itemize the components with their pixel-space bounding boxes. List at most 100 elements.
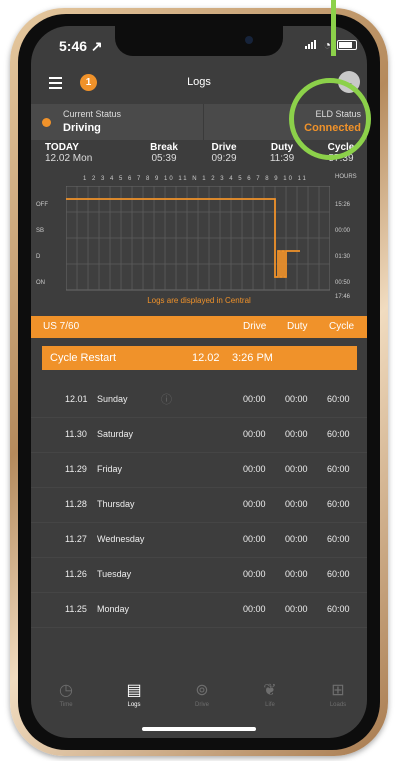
- tab-time[interactable]: ◷ Time: [46, 680, 86, 708]
- tab-logs[interactable]: ▤ Logs: [114, 680, 154, 708]
- today-block: TODAY 12.02 Mon: [45, 142, 92, 164]
- day-duty: 00:00: [285, 604, 308, 614]
- day-duty: 00:00: [285, 569, 308, 579]
- row-label-off: OFF: [36, 202, 48, 208]
- row-label-on: ON: [36, 280, 45, 286]
- duty-block: Duty 11:39: [263, 142, 301, 164]
- tab-loads[interactable]: ⊞ Loads: [318, 680, 358, 708]
- clock-icon: ◷: [59, 682, 73, 699]
- signal-icon: [305, 40, 316, 49]
- cycle-restart-label: Cycle Restart: [50, 352, 117, 364]
- day-date: 12.01: [65, 394, 88, 404]
- day-drive: 00:00: [243, 394, 266, 404]
- day-cycle: 60:00: [327, 604, 350, 614]
- day-name: Sunday: [97, 394, 128, 404]
- break-value: 05:39: [151, 153, 177, 164]
- day-duty: 00:00: [285, 429, 308, 439]
- today-label: TODAY: [45, 142, 79, 153]
- cycle-header: Cycle: [329, 321, 355, 332]
- day-cycle: 60:00: [327, 534, 350, 544]
- cycle-restart-time: 3:26 PM: [232, 352, 273, 364]
- hours-label: HOURS: [335, 174, 357, 180]
- duty-value: 11:39: [269, 153, 295, 164]
- leaf-icon: ❦: [263, 682, 277, 699]
- day-date: 11.27: [65, 534, 87, 544]
- row-total-d: 01:30: [335, 254, 351, 260]
- list-item[interactable]: 12.01 Sunday ⓘ 00:00 00:00 60:00: [31, 382, 367, 418]
- tab-label: Loads: [329, 702, 347, 708]
- day-drive: 00:00: [243, 534, 266, 544]
- camera-icon: [245, 36, 253, 44]
- list-item[interactable]: 11.30 Saturday 00:00 00:00 60:00: [31, 417, 367, 453]
- tab-label: Time: [59, 702, 73, 708]
- day-drive: 00:00: [243, 604, 266, 614]
- day-cycle: 60:00: [327, 394, 350, 404]
- list-item[interactable]: 11.27 Wednesday 00:00 00:00 60:00: [31, 522, 367, 558]
- drive-block: Drive 09:29: [205, 142, 243, 164]
- drive-label: Drive: [211, 142, 237, 153]
- day-name: Monday: [97, 604, 130, 614]
- row-total-sb: 00:00: [335, 228, 351, 234]
- duty-label: Duty: [270, 142, 294, 153]
- day-cycle: 60:00: [327, 499, 350, 509]
- divider: [203, 104, 204, 140]
- day-cycle: 60:00: [327, 569, 350, 579]
- drive-value: 09:29: [211, 153, 237, 164]
- log-grid: [66, 186, 330, 291]
- day-duty: 00:00: [285, 464, 308, 474]
- duty-header: Duty: [287, 321, 308, 332]
- tab-label: Logs: [127, 702, 141, 708]
- day-drive: 00:00: [243, 569, 266, 579]
- today-date: 12.02 Mon: [45, 153, 93, 164]
- list-item[interactable]: 11.26 Tuesday 00:00 00:00 60:00: [31, 557, 367, 593]
- day-name: Friday: [97, 464, 123, 474]
- rule-label: US 7/60: [43, 321, 80, 332]
- highlight-pointer: [331, 0, 336, 56]
- list-item[interactable]: 11.28 Thursday 00:00 00:00 60:00: [31, 487, 367, 523]
- day-date: 11.30: [65, 429, 87, 439]
- logs-icon: ▤: [126, 682, 142, 699]
- highlight-ring: [289, 78, 371, 160]
- day-name: Wednesday: [97, 534, 145, 544]
- status-dot-icon: [42, 118, 51, 127]
- day-date: 11.25: [65, 604, 87, 614]
- hour-axis: 1 2 3 4 5 6 7 8 9 10 11 N 1 2 3 4 5 6 7 …: [83, 176, 308, 182]
- day-date: 11.26: [65, 569, 87, 579]
- home-indicator[interactable]: [142, 727, 256, 731]
- battery-icon: [337, 40, 357, 50]
- day-cycle: 60:00: [327, 429, 350, 439]
- day-duty: 00:00: [285, 394, 308, 404]
- timezone-note: Logs are displayed in Central: [147, 296, 251, 305]
- current-status-label: Current Status: [63, 109, 122, 119]
- map-pin-icon: ⊚: [195, 682, 209, 699]
- tab-bar: ◷ Time ▤ Logs ⊚ Drive ❦ Life ⊞ Loads: [31, 672, 367, 722]
- tab-drive[interactable]: ⊚ Drive: [182, 680, 222, 708]
- day-drive: 00:00: [243, 464, 266, 474]
- tab-label: Life: [265, 702, 275, 708]
- day-date: 11.29: [65, 464, 87, 474]
- drive-header: Drive: [243, 321, 267, 332]
- break-block: Break 05:39: [145, 142, 183, 164]
- day-drive: 00:00: [243, 499, 266, 509]
- table-header: US 7/60 Drive Duty Cycle: [31, 316, 367, 338]
- list-item[interactable]: 11.29 Friday 00:00 00:00 60:00: [31, 452, 367, 488]
- notch: [115, 26, 283, 56]
- day-name: Thursday: [97, 499, 135, 509]
- list-item[interactable]: 11.25 Monday 00:00 00:00 60:00: [31, 592, 367, 628]
- day-date: 11.28: [65, 499, 87, 509]
- row-total-off: 15:26: [335, 202, 351, 208]
- day-duty: 00:00: [285, 534, 308, 544]
- day-drive: 00:00: [243, 429, 266, 439]
- wifi-icon: ◔: [323, 38, 331, 52]
- row-total-on: 00:50: [335, 280, 351, 286]
- clock: 5:46 ↗: [59, 38, 103, 54]
- tab-life[interactable]: ❦ Life: [250, 680, 290, 708]
- day-name: Tuesday: [97, 569, 132, 579]
- info-icon[interactable]: ⓘ: [161, 391, 172, 407]
- day-cycle: 60:00: [327, 464, 350, 474]
- cycle-restart-row[interactable]: Cycle Restart 12.02 3:26 PM: [42, 346, 357, 370]
- break-label: Break: [150, 142, 178, 153]
- log-graph: 1 2 3 4 5 6 7 8 9 10 11 N 1 2 3 4 5 6 7 …: [31, 172, 367, 305]
- day-duty: 00:00: [285, 499, 308, 509]
- current-status-value[interactable]: Driving: [63, 122, 101, 134]
